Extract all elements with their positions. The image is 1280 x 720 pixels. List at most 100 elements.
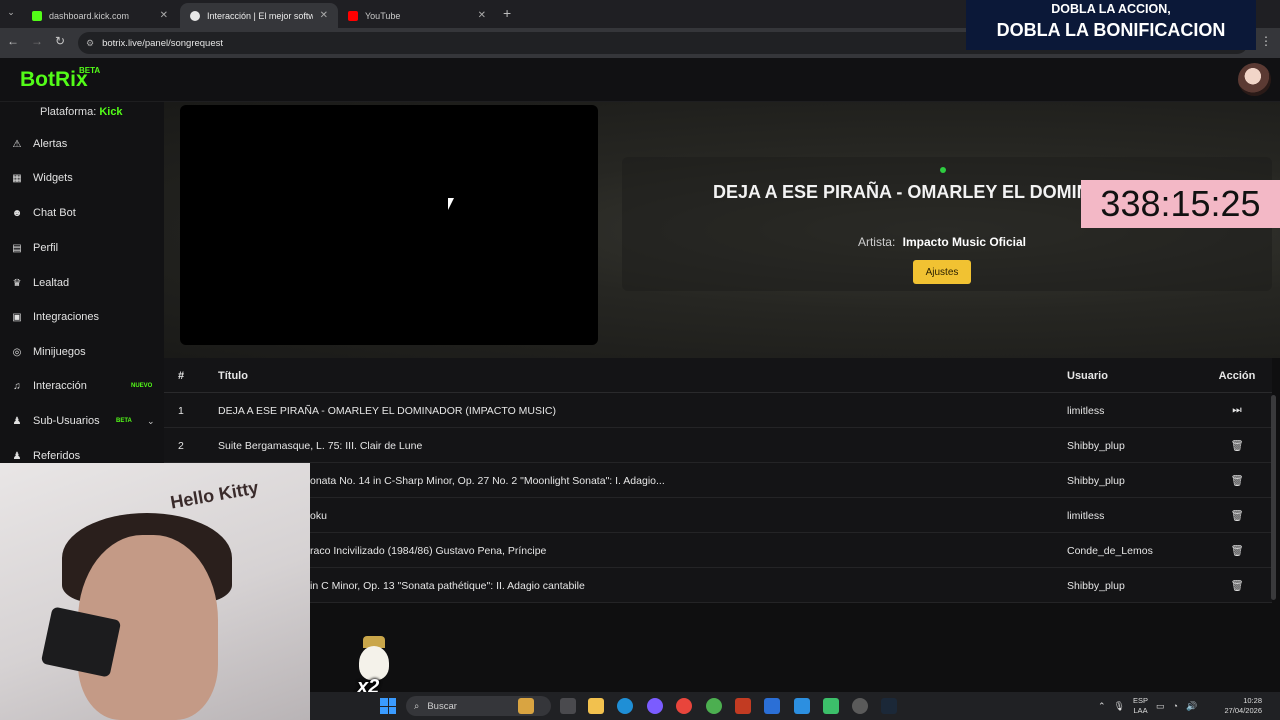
sidebar-item-label: Interacción [33,380,87,392]
microphone-icon[interactable]: 🎙 [1114,701,1125,712]
artist-row: Artista: Impacto Music Oficial [622,235,1262,249]
avatar[interactable] [1238,63,1271,96]
tab-title: YouTube [365,10,401,21]
site-info-icon[interactable]: ⚙ [86,38,94,49]
sidebar-item-label: Alertas [33,138,68,150]
row-user: limitless [1067,404,1105,417]
row-user: Shibby_plup [1067,439,1125,452]
table-row: raco Incivilizado (1984/86) Gustavo Pena… [164,533,1272,568]
song-queue-table: # Título Usuario Acción 1 DEJA A ESE PIR… [164,358,1272,603]
row-user: Shibby_plup [1067,474,1125,487]
browser-menu-icon[interactable]: ⋮ [1260,34,1272,48]
obs-icon[interactable] [852,698,868,714]
promo-line-1: DOBLA LA ACCION, [1051,2,1171,16]
artist-label: Artista: [857,235,896,249]
promo-banner: DOBLA LA ACCION, DOBLA LA BONIFICACION [966,0,1256,50]
settings-button[interactable]: Ajustes [913,260,971,284]
table-row: in C Minor, Op. 13 "Sonata pathétique": … [164,568,1272,603]
tab-dashboard-kick[interactable]: dashboard.kick.com ✕ [22,3,178,28]
row-title: onata No. 14 in C-Sharp Minor, Op. 27 No… [310,474,665,487]
lang-bottom: LAA [1133,706,1148,715]
new-tab-button[interactable]: + [503,5,511,21]
chevron-up-icon[interactable]: ⌃ [1098,701,1106,712]
windows-taskbar: ⌕ Buscar ⌃ 🎙 ESP LAA ▭ ◔ 🔊 10:28 27/04/2… [310,692,1280,720]
volume-icon[interactable]: 🔊 [1186,701,1197,712]
reload-icon[interactable]: ↻ [55,34,65,48]
video-player[interactable] [180,105,598,345]
edge-icon[interactable] [617,698,633,714]
grid-icon: ▦ [12,172,22,184]
windows-start-icon[interactable] [380,698,396,714]
row-user: Shibby_plup [1067,579,1125,592]
vscode-icon[interactable] [794,698,810,714]
trash-icon[interactable]: 🗑 [1214,533,1260,568]
row-number: 2 [178,439,184,452]
wifi-icon[interactable]: ◔ [1173,701,1178,711]
skip-icon[interactable]: ⏭ [1214,393,1260,428]
discord-icon[interactable] [647,698,663,714]
row-user: limitless [1067,509,1105,522]
close-tab-icon[interactable]: ✕ [160,10,168,21]
taskbar-clock[interactable]: 10:28 27/04/2026 [1208,696,1262,716]
botrix-logo[interactable]: BotRix [20,68,88,92]
close-tab-icon[interactable]: ✕ [478,10,486,21]
steam-icon[interactable] [881,698,897,714]
sidebar-item-lealtad[interactable]: ♛ Lealtad [0,268,164,298]
kick-favicon-icon [32,10,42,21]
sidebar-item-integraciones[interactable]: ▣ Integraciones [0,302,164,332]
music-icon: ♫ [13,380,21,392]
plug-icon: ▣ [12,311,22,323]
trash-icon[interactable]: 🗑 [1214,463,1260,498]
beta-badge: BETA [116,418,132,424]
taskbar-search-placeholder: Buscar [427,700,457,712]
trophy-icon: ♛ [12,277,22,289]
vscode-insiders-icon[interactable] [823,698,839,714]
tab-youtube[interactable]: YouTube ✕ [338,3,496,28]
search-icon: ⌕ [414,700,420,712]
app-header: BotRix BETA [0,58,1280,102]
header-title: Título [218,369,248,382]
sidebar-item-label: Lealtad [33,277,70,289]
tab-search-icon[interactable]: ⌄ [4,7,18,21]
clock-time: 10:28 [1243,696,1262,705]
sidebar-item-widgets[interactable]: ▦ Widgets [0,163,164,193]
live-indicator-icon [940,167,946,173]
table-scrollbar[interactable] [1271,395,1276,600]
row-title: in C Minor, Op. 13 "Sonata pathétique": … [310,579,585,592]
sidebar-item-minijuegos[interactable]: ◎ Minijuegos [0,337,164,367]
widget-icon[interactable] [518,698,534,714]
trash-icon[interactable]: 🗑 [1214,568,1260,603]
row-title: DEJA A ESE PIRAÑA - OMARLEY EL DOMINADOR… [218,404,557,417]
sidebar-item-interaccion[interactable]: ♫ Interacción NUEVO [0,371,164,401]
mouse-cursor-icon [448,198,454,210]
sidebar-item-chat-bot[interactable]: ☻ Chat Bot [0,198,164,228]
id-card-icon: ▤ [12,242,22,254]
language-indicator[interactable]: ESP LAA [1133,696,1148,716]
artist-name: Impacto Music Oficial [902,235,1027,249]
trash-icon[interactable]: 🗑 [1214,428,1260,463]
forward-arrow-icon[interactable]: → [31,34,43,48]
botrix-favicon-icon [190,10,200,21]
sidebar-item-alertas[interactable]: ⚠ Alertas [0,129,164,159]
tab-interaccion[interactable]: Interacción | El mejor software ✕ [180,3,338,28]
promo-line-2: DOBLA LA BONIFICACION [996,20,1226,40]
network-icon[interactable]: ▭ [1156,701,1165,712]
new-badge: NUEVO [131,383,153,389]
sidebar-item-sub-usuarios[interactable]: ♟ Sub-Usuarios BETA ⌄ [0,406,164,436]
back-arrow-icon[interactable]: ← [7,34,19,48]
platform-value: Kick [99,106,123,118]
task-view-icon[interactable] [560,698,576,714]
file-explorer-icon[interactable] [588,698,604,714]
trash-icon[interactable]: 🗑 [1214,498,1260,533]
header-action: Acción [1218,369,1256,382]
app-a-icon[interactable] [764,698,780,714]
media-app-icon[interactable] [735,698,751,714]
sidebar-item-perfil[interactable]: ▤ Perfil [0,233,164,263]
sidebar-item-label: Integraciones [33,311,100,323]
chevron-down-icon[interactable]: ⌄ [147,416,155,427]
chrome-profile-icon[interactable] [706,698,722,714]
url-text: botrix.live/panel/songrequest [102,37,224,49]
chrome-icon[interactable] [676,698,692,714]
close-tab-icon[interactable]: ✕ [320,10,328,21]
system-tray: ⌃ 🎙 ESP LAA ▭ ◔ 🔊 [1098,692,1197,720]
